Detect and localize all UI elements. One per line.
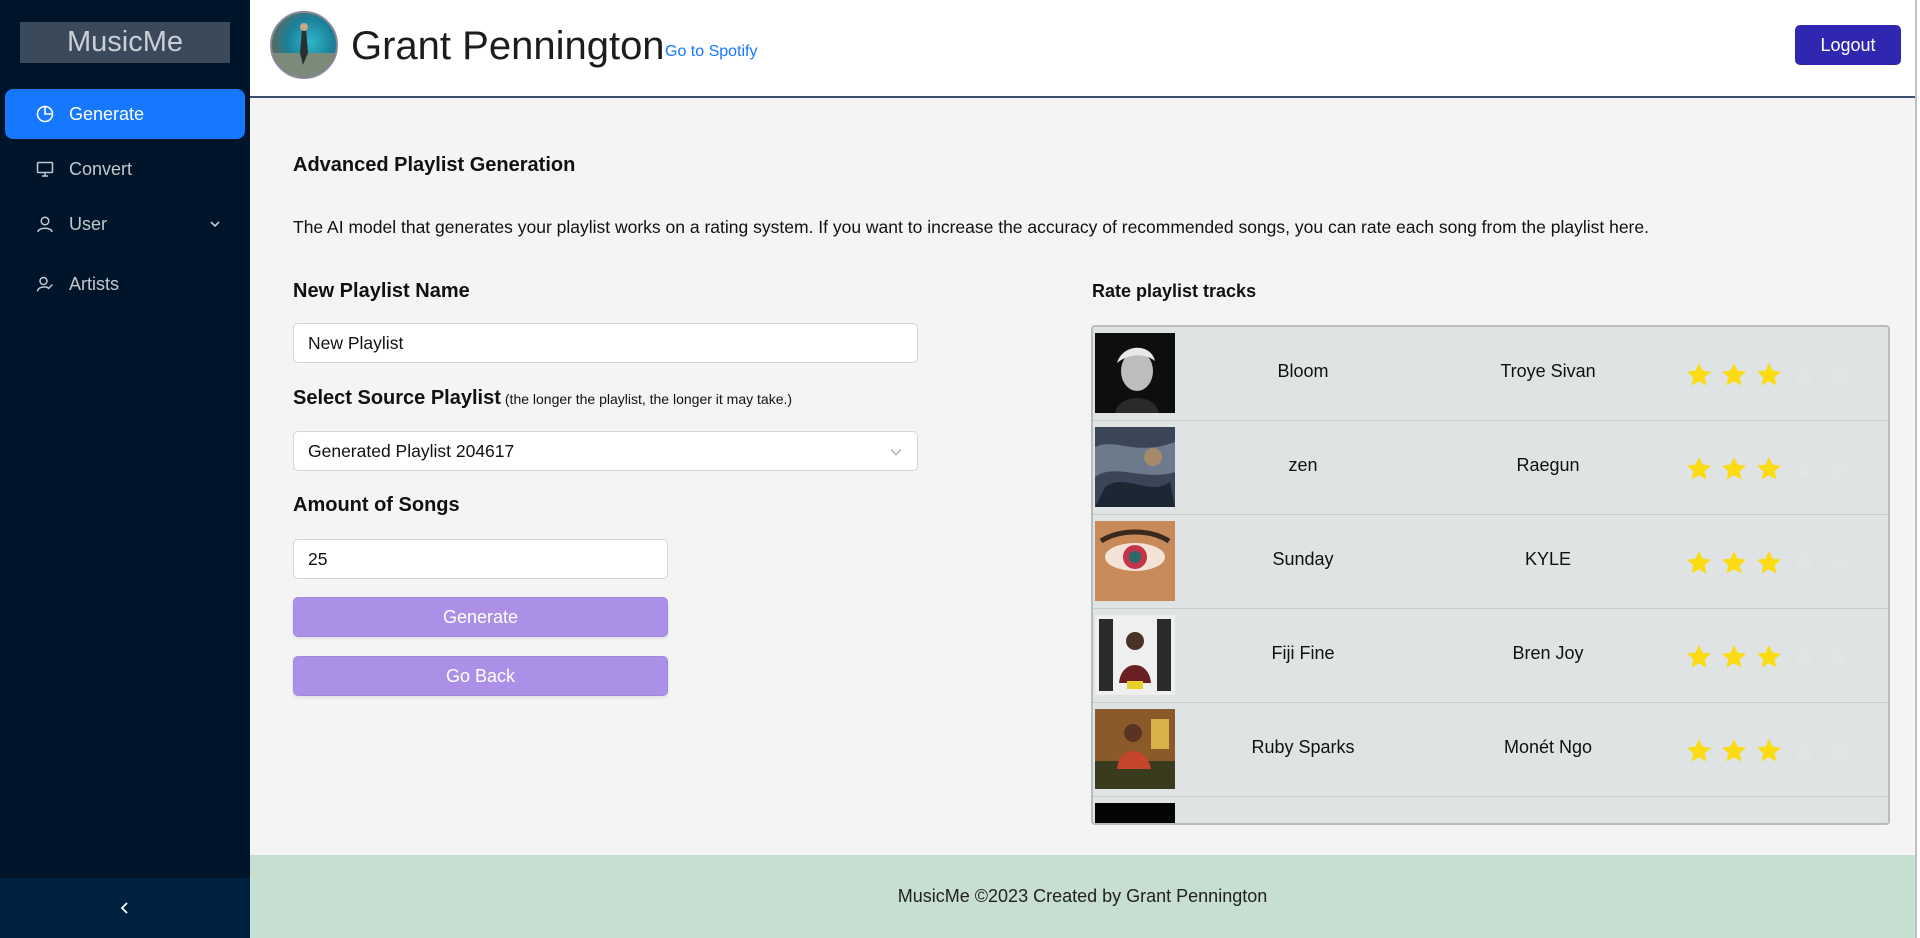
amount-of-songs-label: Amount of Songs — [293, 494, 460, 516]
star-empty-icon[interactable] — [1790, 737, 1818, 765]
star-filled-icon[interactable] — [1685, 455, 1713, 483]
track-row: zen Raegun — [1093, 421, 1888, 515]
chevron-left-icon — [120, 902, 128, 914]
amount-of-songs-input[interactable]: 25 — [293, 539, 668, 579]
sidebar-item-artists[interactable]: Artists — [5, 259, 245, 309]
chevron-down-icon — [890, 449, 902, 456]
track-artist: Raegun — [1516, 455, 1580, 475]
sidebar-collapse-button[interactable] — [0, 878, 250, 938]
sidebar-item-label: User — [69, 213, 108, 234]
sidebar: MusicMe Generate Convert User Artists — [0, 0, 250, 938]
track-row: Sunday KYLE — [1093, 515, 1888, 609]
track-row: Fiji Fine Bren Joy — [1093, 609, 1888, 703]
sidebar-item-user[interactable]: User — [5, 199, 245, 249]
app-logo: MusicMe — [20, 22, 230, 63]
album-cover — [1095, 427, 1175, 507]
star-empty-icon[interactable] — [1825, 361, 1853, 389]
playlist-name-value: New Playlist — [308, 332, 404, 353]
album-cover — [1095, 709, 1175, 789]
star-filled-icon[interactable] — [1755, 643, 1783, 671]
star-empty-icon[interactable] — [1825, 737, 1853, 765]
track-row — [1093, 797, 1888, 823]
track-name: Bloom — [1277, 361, 1329, 381]
rate-tracks-title: Rate playlist tracks — [1092, 281, 1257, 301]
star-filled-icon[interactable] — [1720, 361, 1748, 389]
star-filled-icon[interactable] — [1720, 643, 1748, 671]
sidebar-item-convert[interactable]: Convert — [5, 144, 245, 194]
star-empty-icon[interactable] — [1825, 455, 1853, 483]
star-rating[interactable] — [1685, 361, 1853, 389]
page-title: Advanced Playlist Generation — [293, 154, 576, 176]
user-name: Grant Pennington — [351, 24, 665, 68]
user-icon — [35, 214, 55, 234]
pie-chart-icon — [35, 104, 55, 124]
star-rating[interactable] — [1685, 643, 1853, 671]
chevron-down-icon — [210, 221, 220, 228]
star-filled-icon[interactable] — [1755, 361, 1783, 389]
star-filled-icon[interactable] — [1720, 737, 1748, 765]
star-empty-icon[interactable] — [1790, 361, 1818, 389]
source-playlist-label-text: Select Source Playlist — [293, 387, 501, 409]
album-cover — [1095, 615, 1175, 695]
go-to-spotify-link[interactable]: Go to Spotify — [665, 43, 758, 61]
generate-button[interactable]: Generate — [293, 597, 668, 637]
page-description: The AI model that generates your playlis… — [293, 217, 1649, 237]
sidebar-item-label: Generate — [69, 103, 145, 124]
star-filled-icon[interactable] — [1685, 549, 1713, 577]
page-scrollbar[interactable] — [1915, 0, 1920, 938]
star-empty-icon[interactable] — [1790, 643, 1818, 671]
star-filled-icon[interactable] — [1755, 737, 1783, 765]
album-cover — [1095, 333, 1175, 413]
track-artist: Monét Ngo — [1503, 737, 1593, 757]
track-rating-list[interactable]: Bloom Troye Sivan zen Raegun Sunday KYLE… — [1091, 325, 1890, 825]
header: Grant Pennington Go to Spotify Logout — [250, 0, 1915, 98]
logout-button[interactable]: Logout — [1795, 25, 1901, 65]
avatar — [270, 11, 338, 79]
star-empty-icon[interactable] — [1790, 549, 1818, 577]
footer: MusicMe ©2023 Created by Grant Penningto… — [250, 855, 1915, 938]
playlist-name-input[interactable]: New Playlist — [293, 323, 918, 363]
track-name: zen — [1288, 455, 1318, 475]
desktop-icon — [35, 159, 55, 179]
star-rating[interactable] — [1685, 455, 1853, 483]
source-playlist-select[interactable]: Generated Playlist 204617 — [293, 431, 918, 471]
star-empty-icon[interactable] — [1825, 549, 1853, 577]
album-cover — [1095, 521, 1175, 601]
playlist-name-label: New Playlist Name — [293, 280, 470, 302]
track-artist: Bren Joy — [1512, 643, 1584, 663]
star-filled-icon[interactable] — [1685, 737, 1713, 765]
track-name: Sunday — [1272, 549, 1334, 569]
star-filled-icon[interactable] — [1755, 549, 1783, 577]
star-filled-icon[interactable] — [1755, 455, 1783, 483]
album-cover — [1095, 803, 1175, 823]
footer-text: MusicMe ©2023 Created by Grant Penningto… — [897, 886, 1268, 906]
go-back-button[interactable]: Go Back — [293, 656, 668, 696]
sidebar-item-label: Artists — [69, 273, 120, 294]
star-empty-icon[interactable] — [1790, 455, 1818, 483]
star-rating[interactable] — [1685, 737, 1853, 765]
amount-of-songs-value: 25 — [308, 548, 328, 569]
star-filled-icon[interactable] — [1720, 549, 1748, 577]
sidebar-item-generate[interactable]: Generate — [5, 89, 245, 139]
source-playlist-value: Generated Playlist 204617 — [308, 440, 515, 461]
star-filled-icon[interactable] — [1720, 455, 1748, 483]
track-row: Ruby Sparks Monét Ngo — [1093, 703, 1888, 797]
track-row: Bloom Troye Sivan — [1093, 327, 1888, 421]
sidebar-item-label: Convert — [69, 158, 133, 179]
star-rating[interactable] — [1685, 549, 1853, 577]
artist-icon — [35, 274, 55, 294]
star-filled-icon[interactable] — [1685, 361, 1713, 389]
track-name: Ruby Sparks — [1251, 737, 1355, 757]
track-artist: KYLE — [1524, 549, 1572, 569]
star-empty-icon[interactable] — [1825, 643, 1853, 671]
source-playlist-hint: (the longer the playlist, the longer it … — [504, 391, 793, 407]
track-artist: Troye Sivan — [1500, 361, 1596, 381]
source-playlist-label: Select Source Playlist (the longer the pl… — [293, 387, 792, 410]
star-filled-icon[interactable] — [1685, 643, 1713, 671]
track-name: Fiji Fine — [1271, 643, 1335, 663]
